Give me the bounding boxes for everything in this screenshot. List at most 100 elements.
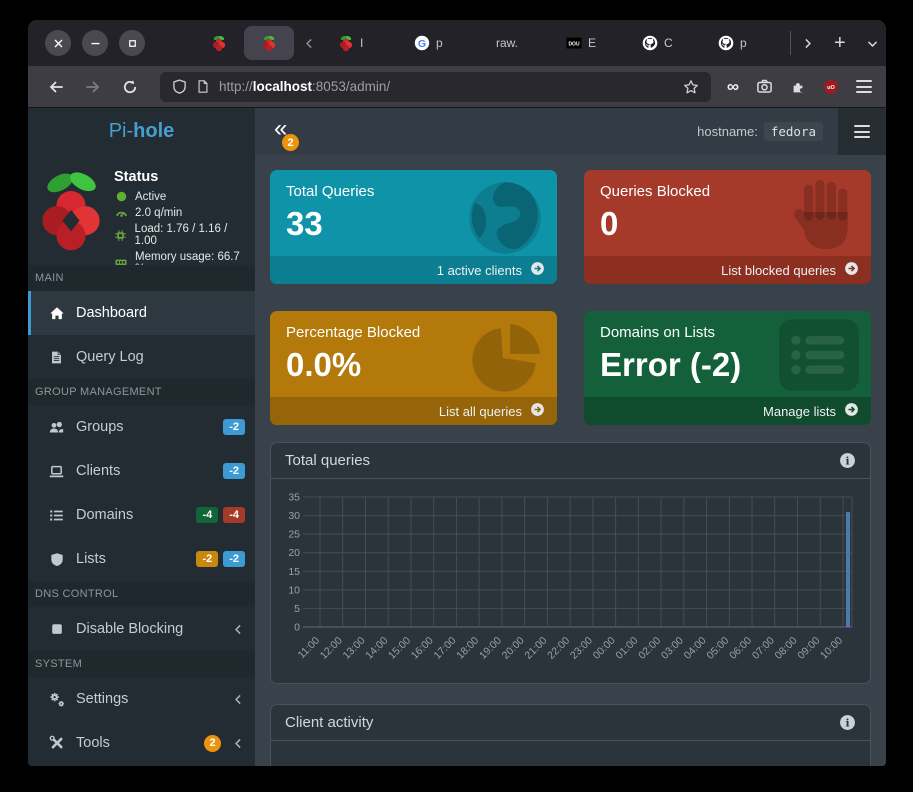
tab-2[interactable]: raw. xyxy=(484,26,560,60)
item-right: 2 xyxy=(204,735,245,752)
card-value: Error (-2) xyxy=(600,347,855,383)
info-icon[interactable]: i xyxy=(839,452,856,469)
back-button[interactable] xyxy=(48,79,64,95)
tab-1[interactable]: Gp xyxy=(408,26,484,60)
arrow-circle-right-icon xyxy=(530,261,545,279)
svg-text:16:00: 16:00 xyxy=(409,635,436,662)
svg-text:35: 35 xyxy=(288,492,300,504)
svg-text:08:00: 08:00 xyxy=(773,635,800,662)
arrow-circle-right-icon xyxy=(844,261,859,279)
sidebar-item-clients[interactable]: Clients -2 xyxy=(28,449,255,493)
svg-text:i: i xyxy=(845,454,849,467)
infinity-extension-icon[interactable]: ∞ xyxy=(727,78,739,95)
svg-text:uO: uO xyxy=(827,85,835,91)
status-text: Active xyxy=(135,191,166,203)
chevron-left-icon xyxy=(232,623,245,636)
svg-text:23:00: 23:00 xyxy=(568,635,595,662)
svg-text:07:00: 07:00 xyxy=(750,635,777,662)
window-controls xyxy=(45,30,145,56)
badge: 2 xyxy=(204,735,221,752)
active-tab-pihole[interactable] xyxy=(244,26,294,60)
arrow-circle-right-icon xyxy=(530,402,545,420)
item-right: -4-4 xyxy=(196,507,245,523)
info-icon[interactable]: i xyxy=(839,714,856,731)
app-menu-icon[interactable] xyxy=(856,80,872,93)
page-info-icon[interactable] xyxy=(196,79,210,94)
card-footer-link[interactable]: Manage lists xyxy=(584,397,871,425)
tab-3[interactable]: DOUE xyxy=(560,26,636,60)
svg-text:i: i xyxy=(845,716,849,729)
new-tab-button[interactable]: + xyxy=(834,33,846,53)
tab-4[interactable]: C xyxy=(636,26,712,60)
hamburger-icon xyxy=(854,125,870,138)
tab-0[interactable]: I xyxy=(332,26,408,60)
sidebar-item-domains[interactable]: Domains-4-4 xyxy=(28,493,255,537)
svg-text:13:00: 13:00 xyxy=(341,635,368,662)
navbar-menu-button[interactable] xyxy=(838,108,886,155)
badge: -4 xyxy=(196,507,218,523)
scroll-tabs-right-button[interactable] xyxy=(801,37,814,50)
forward-button[interactable] xyxy=(85,79,101,95)
sidebar-item-query-log[interactable]: Query Log xyxy=(28,335,255,379)
card-footer-link[interactable]: 1 active clients xyxy=(270,256,557,284)
total-queries-panel: Total queries i 0510152025303511:0012:00… xyxy=(270,442,871,684)
sidebar-item-label: Groups xyxy=(76,419,124,435)
sidebar-item-tools[interactable]: Tools2 xyxy=(28,721,255,765)
close-window-button[interactable] xyxy=(45,30,71,56)
puzzle-extension-icon[interactable] xyxy=(790,79,806,95)
reload-button[interactable] xyxy=(122,79,138,95)
tracking-protection-shield-icon[interactable] xyxy=(172,79,187,94)
chevron-left-icon xyxy=(303,37,316,50)
panel-title: Client activity xyxy=(285,714,373,731)
ublock-icon[interactable]: uO xyxy=(823,79,839,95)
tab-5[interactable]: p xyxy=(712,26,788,60)
tab-label: I xyxy=(360,36,363,50)
tab-favicon-github-icon xyxy=(642,35,658,51)
shieldfill-icon xyxy=(47,552,66,567)
url-bar[interactable]: http://localhost:8053/admin/ xyxy=(160,72,711,102)
status-row-load: Load: 1.76 / 1.16 / 1.00 xyxy=(114,223,249,247)
svg-text:22:00: 22:00 xyxy=(545,635,572,662)
sidebar-item-lists[interactable]: Lists-2-2 xyxy=(28,537,255,581)
hostname-label: hostname: xyxy=(697,124,758,139)
status-row-2-0-q-min: 2.0 q/min xyxy=(114,207,249,220)
card-footer-label: 1 active clients xyxy=(437,263,522,278)
sidebar-item-label: Clients xyxy=(76,463,120,479)
sidebar-item-dashboard[interactable]: Dashboard xyxy=(28,291,255,335)
summary-card-domains-on-lists: Domains on Lists Error (-2) Manage lists xyxy=(584,311,871,425)
minimize-window-button[interactable] xyxy=(82,30,108,56)
update-badge: 2 xyxy=(282,134,299,151)
browser-window: I Gpraw.DOUECp + http://localhost:8053/ad… xyxy=(28,20,886,766)
item-right xyxy=(226,693,245,706)
sidebar-item-settings[interactable]: Settings xyxy=(28,677,255,721)
users-icon xyxy=(47,420,66,435)
maximize-window-button[interactable] xyxy=(119,30,145,56)
listul-icon xyxy=(47,508,66,523)
item-right: -2 xyxy=(223,463,245,479)
bookmark-star-icon[interactable] xyxy=(683,79,699,95)
list-all-tabs-button[interactable] xyxy=(866,37,879,50)
status-text: Load: 1.76 / 1.16 / 1.00 xyxy=(135,223,249,247)
sidebar-item-label: Settings xyxy=(76,691,128,707)
svg-text:03:00: 03:00 xyxy=(659,635,686,662)
card-title: Domains on Lists xyxy=(600,324,855,341)
sidebar-item-disable-blocking[interactable]: Disable Blocking xyxy=(28,607,255,651)
pihole-logo[interactable]: Pi-hole xyxy=(28,108,255,155)
client-activity-chart[interactable] xyxy=(271,741,870,766)
card-footer-label: Manage lists xyxy=(763,404,836,419)
svg-text:20:00: 20:00 xyxy=(500,635,527,662)
card-footer-link[interactable]: List blocked queries xyxy=(584,256,871,284)
queries-over-time-chart[interactable]: 0510152025303511:0012:0013:0014:0015:001… xyxy=(271,479,870,683)
card-title: Queries Blocked xyxy=(600,183,855,200)
browser-toolbar: http://localhost:8053/admin/ ∞ uO xyxy=(28,66,886,108)
sidebar-item-groups[interactable]: Groups-2 xyxy=(28,405,255,449)
card-footer-link[interactable]: List all queries xyxy=(270,397,557,425)
screenshot-camera-icon[interactable] xyxy=(756,78,773,95)
chevron-left-icon xyxy=(232,693,245,706)
svg-text:25: 25 xyxy=(288,529,300,541)
tab-favicon-pihole-icon xyxy=(338,35,354,51)
scroll-tabs-left-button[interactable] xyxy=(303,37,316,50)
svg-text:12:00: 12:00 xyxy=(318,635,345,662)
arrow-circle-right-icon xyxy=(844,402,859,420)
pinned-tab-pihole[interactable] xyxy=(209,35,229,51)
